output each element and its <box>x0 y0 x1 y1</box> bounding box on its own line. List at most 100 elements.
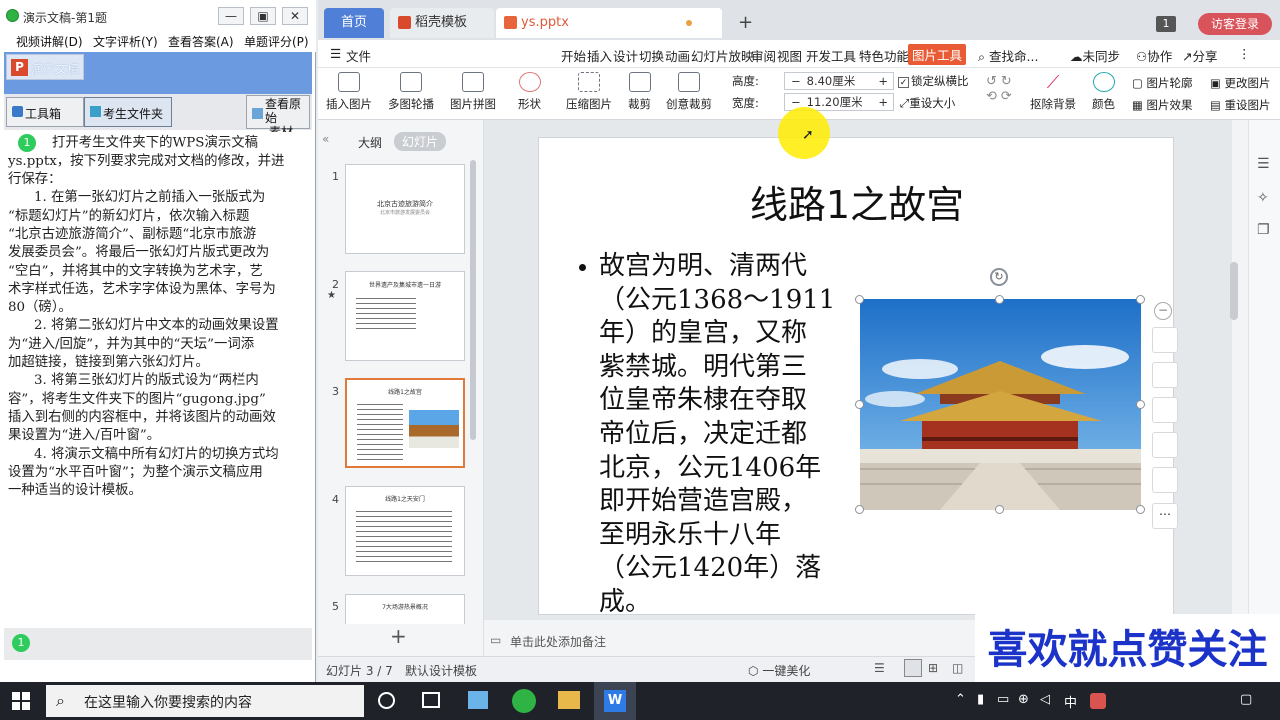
tab-home[interactable]: 首页 <box>324 8 384 38</box>
thumbnail-scrollbar[interactable] <box>470 160 476 440</box>
menu-text-review[interactable]: 文字评析(Y) <box>93 32 158 52</box>
width-plus[interactable]: + <box>878 94 888 110</box>
slide-thumbnail-5[interactable]: 7大场游热景概况 <box>345 594 465 624</box>
subject-chip[interactable]: P 演示文稿 <box>6 54 84 80</box>
tab-start[interactable]: 开始 <box>561 46 586 65</box>
template-name[interactable]: 默认设计模板 <box>405 662 477 679</box>
menu-score[interactable]: 单题评分(P) <box>244 32 309 52</box>
wps-taskbar-item[interactable]: W <box>594 682 636 720</box>
explorer-app-icon[interactable] <box>468 691 488 709</box>
layers-icon[interactable] <box>1152 327 1178 353</box>
change-picture-button[interactable]: ▣ 更改图片 <box>1210 75 1280 91</box>
ime-app-icon[interactable] <box>1090 693 1106 709</box>
normal-view-icon[interactable] <box>904 659 922 677</box>
slide-thumbnail-3[interactable]: 线路1之故宫 <box>345 378 465 468</box>
notes-toggle-icon[interactable]: ☰ <box>874 661 885 675</box>
more-menu-icon[interactable]: ⋮ <box>1238 46 1251 61</box>
tab-template[interactable]: 稻壳模板 <box>390 8 494 38</box>
slide-thumbnail-4[interactable]: 线路1之天安门 <box>345 486 465 576</box>
view-original-button[interactable]: 查看原始素材 <box>246 95 310 139</box>
tab-slideshow[interactable]: 幻灯片放映 <box>691 46 754 65</box>
resize-handle[interactable] <box>1136 400 1145 409</box>
menu-video[interactable]: 视频讲解(D) <box>16 32 83 52</box>
minimize-button[interactable]: — <box>218 7 244 25</box>
image-recognize-icon[interactable] <box>1152 432 1178 458</box>
tray-expand-icon[interactable]: ⌃ <box>955 692 966 707</box>
task-view-icon[interactable] <box>422 692 440 708</box>
properties-icon[interactable]: ☰ <box>1257 156 1270 172</box>
copy-panel-icon[interactable]: ❐ <box>1257 222 1270 238</box>
tab-review[interactable]: 审阅 <box>751 46 776 65</box>
tab-slides[interactable]: 幻灯片 <box>394 132 447 151</box>
maximize-button[interactable]: ▣ <box>250 7 276 25</box>
creative-crop-button[interactable]: 创意裁剪 <box>666 72 712 112</box>
compress-picture-button[interactable]: 压缩图片 <box>566 72 612 112</box>
height-minus[interactable]: − <box>785 74 807 88</box>
rotate-icons[interactable]: ↺↻ ⟲⟳ <box>986 74 1016 104</box>
gugong-picture[interactable] <box>860 299 1141 510</box>
add-slide-icon[interactable]: + <box>390 624 407 648</box>
search-command[interactable]: ⌕ 查找命... <box>978 46 1038 65</box>
tab-ys-pptx[interactable]: ys.pptx <box>496 8 722 38</box>
slide-thumbnail-2[interactable]: 世界遗产及集城市遗一日游 <box>345 271 465 361</box>
crop-button[interactable]: 裁剪 <box>628 72 651 112</box>
slide-thumbnail-1[interactable]: 北京古迹旅游简介 北京市旅游发展委员会 <box>345 164 465 254</box>
tab-features[interactable]: 特色功能 <box>859 46 909 65</box>
rotate-handle-icon[interactable]: ↻ <box>990 268 1008 286</box>
exam-app-icon[interactable] <box>512 689 536 713</box>
taskbar-search[interactable]: ⌕ 在这里输入你要搜索的内容 <box>46 685 364 717</box>
resize-handle[interactable] <box>855 400 864 409</box>
battery-icon[interactable]: ▭ <box>997 692 1009 707</box>
reset-picture-button[interactable]: ▤ 重设图片 <box>1210 97 1280 113</box>
tab-outline[interactable]: 大纲 <box>358 134 382 151</box>
tab-file[interactable]: 文件 <box>346 46 371 65</box>
picture-collage-button[interactable]: 图片拼图 <box>450 72 496 112</box>
multi-carousel-button[interactable]: 多图轮播 <box>388 72 434 112</box>
tab-transition[interactable]: 切换 <box>639 46 664 65</box>
crop-tool-icon[interactable] <box>1152 397 1178 423</box>
height-field[interactable]: −8.40厘米 + <box>784 72 894 90</box>
toolbox-button[interactable]: 工具箱 <box>6 97 84 127</box>
window-count-badge[interactable]: 1 <box>1156 16 1176 32</box>
reading-view-icon[interactable]: ◫ <box>952 661 963 675</box>
shape-button[interactable]: 形状 <box>518 72 541 112</box>
windows-start-icon[interactable] <box>12 692 30 710</box>
collapse-tools-icon[interactable]: − <box>1154 302 1172 320</box>
tab-picture-tools[interactable]: 图片工具 <box>908 44 967 65</box>
volume-icon[interactable]: ◁ <box>1040 692 1050 707</box>
picture-effect-button[interactable]: ▦ 图片效果 <box>1132 97 1193 113</box>
tab-design[interactable]: 设计 <box>613 46 638 65</box>
lock-ratio-checkbox[interactable]: ✓ 锁定纵横比 <box>898 73 969 89</box>
sync-status[interactable]: ☁未同步 <box>1070 46 1120 65</box>
collapse-panel-icon[interactable]: « <box>322 132 329 146</box>
color-button[interactable]: 颜色 <box>1092 72 1115 112</box>
question-number-badge[interactable]: 1 <box>12 634 30 652</box>
resize-handle[interactable] <box>995 505 1004 514</box>
notification-icon[interactable]: ▢ <box>1240 692 1252 707</box>
canvas-scrollbar[interactable] <box>1230 262 1238 320</box>
resize-handle[interactable] <box>1136 295 1145 304</box>
grid-view-icon[interactable]: ⊞ <box>928 661 938 675</box>
folder-app-icon[interactable] <box>558 691 580 709</box>
share-button[interactable]: ↗分享 <box>1182 46 1218 65</box>
reset-size-button[interactable]: ⤢重设大小 <box>900 95 955 111</box>
network-icon[interactable]: ⊕ <box>1018 692 1029 707</box>
collab-button[interactable]: ⚇协作 <box>1136 46 1172 65</box>
image-convert-icon[interactable] <box>1152 467 1178 493</box>
menu-answer[interactable]: 查看答案(A) <box>168 32 234 52</box>
more-options-icon[interactable]: ⋯ <box>1152 503 1178 529</box>
cortana-icon[interactable] <box>378 692 395 709</box>
resize-handle[interactable] <box>1136 505 1145 514</box>
resize-handle[interactable] <box>855 295 864 304</box>
slide-title[interactable]: 线路1之故宫 <box>539 174 1175 229</box>
visitor-login-button[interactable]: 访客登录 <box>1198 13 1272 35</box>
height-plus[interactable]: + <box>878 73 888 89</box>
ime-indicator[interactable]: 中 <box>1064 692 1077 711</box>
style-icon[interactable]: ✧ <box>1257 190 1269 206</box>
menu-icon[interactable]: ☰ <box>330 46 341 61</box>
picture-outline-button[interactable]: ▢ 图片轮廓 <box>1132 75 1193 91</box>
insert-picture-button[interactable]: 插入图片 <box>326 72 372 112</box>
resize-handle[interactable] <box>995 295 1004 304</box>
usb-icon[interactable]: ▮ <box>977 692 984 707</box>
zoom-icon[interactable] <box>1152 362 1178 388</box>
